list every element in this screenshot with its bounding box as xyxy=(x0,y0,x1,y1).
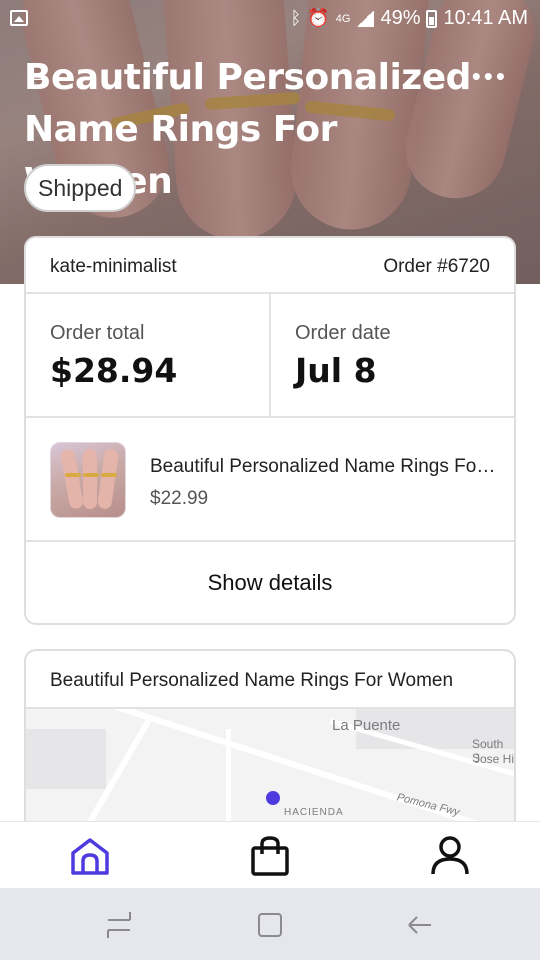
order-date: Order date Jul 8 xyxy=(269,294,514,416)
signal-icon xyxy=(356,10,375,27)
order-total-label: Order total xyxy=(50,322,145,344)
order-date-value: Jul 8 xyxy=(295,351,377,390)
gallery-icon xyxy=(10,10,28,26)
nav-purchases-button[interactable] xyxy=(248,834,292,878)
item-name: Beautiful Personalized Name Rings For Wo… xyxy=(150,456,500,477)
item-price: $22.99 xyxy=(150,488,209,509)
bluetooth-icon: ᛒ xyxy=(290,8,302,28)
item-thumbnail xyxy=(50,442,126,518)
status-icons: ᛒ ⏰ 4G 49% 10:41 AM xyxy=(291,7,528,30)
bottom-nav xyxy=(0,821,540,888)
back-icon[interactable] xyxy=(405,910,435,940)
clock: 10:41 AM xyxy=(443,7,528,29)
recent-apps-icon[interactable] xyxy=(104,910,134,940)
order-date-label: Order date xyxy=(295,322,391,344)
alarm-icon: ⏰ xyxy=(307,8,330,28)
system-nav-bar xyxy=(0,888,540,960)
status-bar: ᛒ ⏰ 4G 49% 10:41 AM xyxy=(0,0,540,38)
map-card-title: Beautiful Personalized Name Rings For Wo… xyxy=(26,651,514,709)
order-stats: Order total $28.94 Order date Jul 8 xyxy=(26,294,514,418)
map-label-hacienda: HACIENDA xyxy=(284,807,344,818)
battery-percent: 49% xyxy=(380,7,421,29)
nav-profile-button[interactable] xyxy=(428,834,472,878)
order-total-value: $28.94 xyxy=(50,351,178,390)
4g-icon: 4G xyxy=(335,12,351,25)
map-label-la-puente: La Puente xyxy=(332,717,401,734)
order-total: Order total $28.94 xyxy=(26,294,269,416)
status-badge: Shipped xyxy=(24,164,137,212)
home-icon xyxy=(71,838,109,875)
order-number: Order #6720 xyxy=(383,256,490,277)
location-pin-icon xyxy=(266,791,280,805)
order-card: kate-minimalist Order #6720 Order total … xyxy=(24,236,516,625)
map-area xyxy=(26,729,106,789)
more-options-icon[interactable]: ••• xyxy=(472,63,508,89)
map-label-south-san-jose: Jose Hi xyxy=(474,752,514,766)
order-screen: ᛒ ⏰ 4G 49% 10:41 AM ← Beautiful Personal… xyxy=(0,0,540,960)
map-label-pomona-fwy: Pomona Fwy xyxy=(395,791,461,819)
tracking-map-card: Beautiful Personalized Name Rings For Wo… xyxy=(24,649,516,849)
order-card-header: kate-minimalist Order #6720 xyxy=(26,238,514,294)
home-square-icon[interactable] xyxy=(255,910,285,940)
shop-name[interactable]: kate-minimalist xyxy=(50,256,177,278)
bag-icon xyxy=(251,836,289,876)
nav-home-button[interactable] xyxy=(68,834,112,878)
profile-icon xyxy=(431,836,469,875)
show-details-button[interactable]: Show details xyxy=(26,542,514,623)
battery-icon xyxy=(426,9,438,28)
order-item[interactable]: Beautiful Personalized Name Rings For Wo… xyxy=(26,418,514,542)
